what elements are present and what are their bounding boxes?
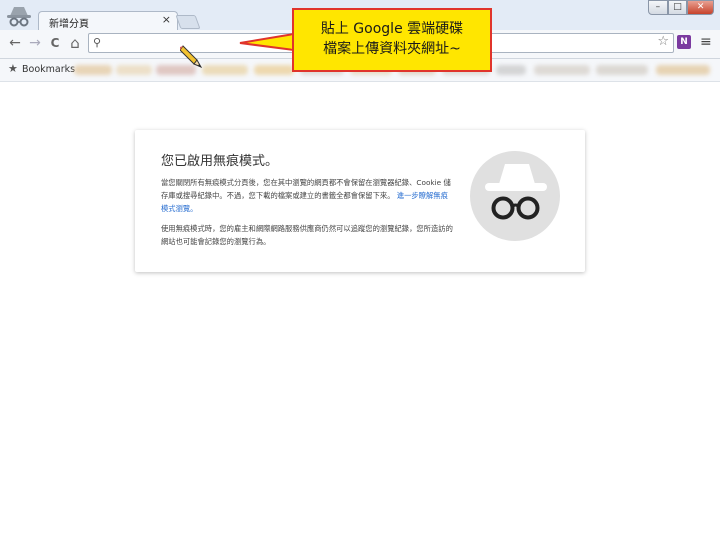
callout-line-2: 檔案上傳資料夾網址~	[323, 41, 461, 57]
blurred-bookmark[interactable]	[254, 65, 294, 75]
blurred-bookmark[interactable]	[116, 65, 152, 75]
blurred-bookmark[interactable]	[74, 65, 112, 75]
window-controls: – □ ✕	[648, 0, 714, 15]
incognito-info-card: 您已啟用無痕模式。 當您關閉所有無痕模式分頁後，您在其中瀏覽的網頁都不會保留在瀏…	[135, 130, 585, 272]
chrome-menu-button[interactable]: ≡	[700, 34, 712, 50]
home-button[interactable]: ⌂	[66, 34, 84, 52]
callout-line-1: 貼上 Google 雲端硬碟	[320, 21, 464, 37]
annotation-callout: 貼上 Google 雲端硬碟 檔案上傳資料夾網址~	[292, 8, 492, 72]
close-window-button[interactable]: ✕	[687, 0, 714, 15]
blurred-bookmark[interactable]	[596, 65, 648, 75]
blurred-bookmark[interactable]	[656, 65, 710, 75]
incognito-spy-icon	[470, 151, 560, 241]
reload-button[interactable]: C	[46, 34, 64, 52]
tab-close-icon[interactable]: ×	[162, 13, 171, 26]
new-tab-button[interactable]	[175, 15, 201, 29]
maximize-button[interactable]: □	[667, 0, 688, 15]
onenote-extension-icon[interactable]: N	[677, 35, 691, 49]
minimize-button[interactable]: –	[648, 0, 668, 15]
bookmark-star-icon[interactable]: ☆	[657, 34, 669, 49]
blurred-bookmark[interactable]	[202, 65, 248, 75]
incognito-badge-icon	[7, 7, 31, 27]
tab-new-tab[interactable]: 新增分頁 ×	[38, 11, 178, 31]
browser-window: 新增分頁 × – □ ✕ ← → C ⌂ ⚲ ☆ N ≡ ★ Bookmarks	[0, 0, 720, 540]
back-button[interactable]: ←	[6, 34, 24, 52]
pencil-cursor-icon	[180, 45, 202, 68]
bookmarks-star-icon: ★	[8, 62, 18, 75]
forward-button[interactable]: →	[26, 34, 44, 52]
blurred-bookmark[interactable]	[534, 65, 590, 75]
tab-title: 新增分頁	[49, 19, 89, 30]
incognito-title: 您已啟用無痕模式。	[161, 154, 279, 169]
blurred-bookmark[interactable]	[496, 65, 526, 75]
incognito-paragraph-2: 使用無痕模式時，您的雇主和網際網路服務供應商仍然可以追蹤您的瀏覽紀錄，您所造訪的…	[161, 224, 453, 246]
search-icon: ⚲	[93, 36, 102, 49]
callout-pointer	[239, 32, 295, 52]
incognito-description: 當您關閉所有無痕模式分頁後，您在其中瀏覽的網頁都不會保留在瀏覽器紀錄、Cooki…	[161, 176, 453, 215]
bookmarks-label[interactable]: Bookmarks	[22, 64, 75, 75]
